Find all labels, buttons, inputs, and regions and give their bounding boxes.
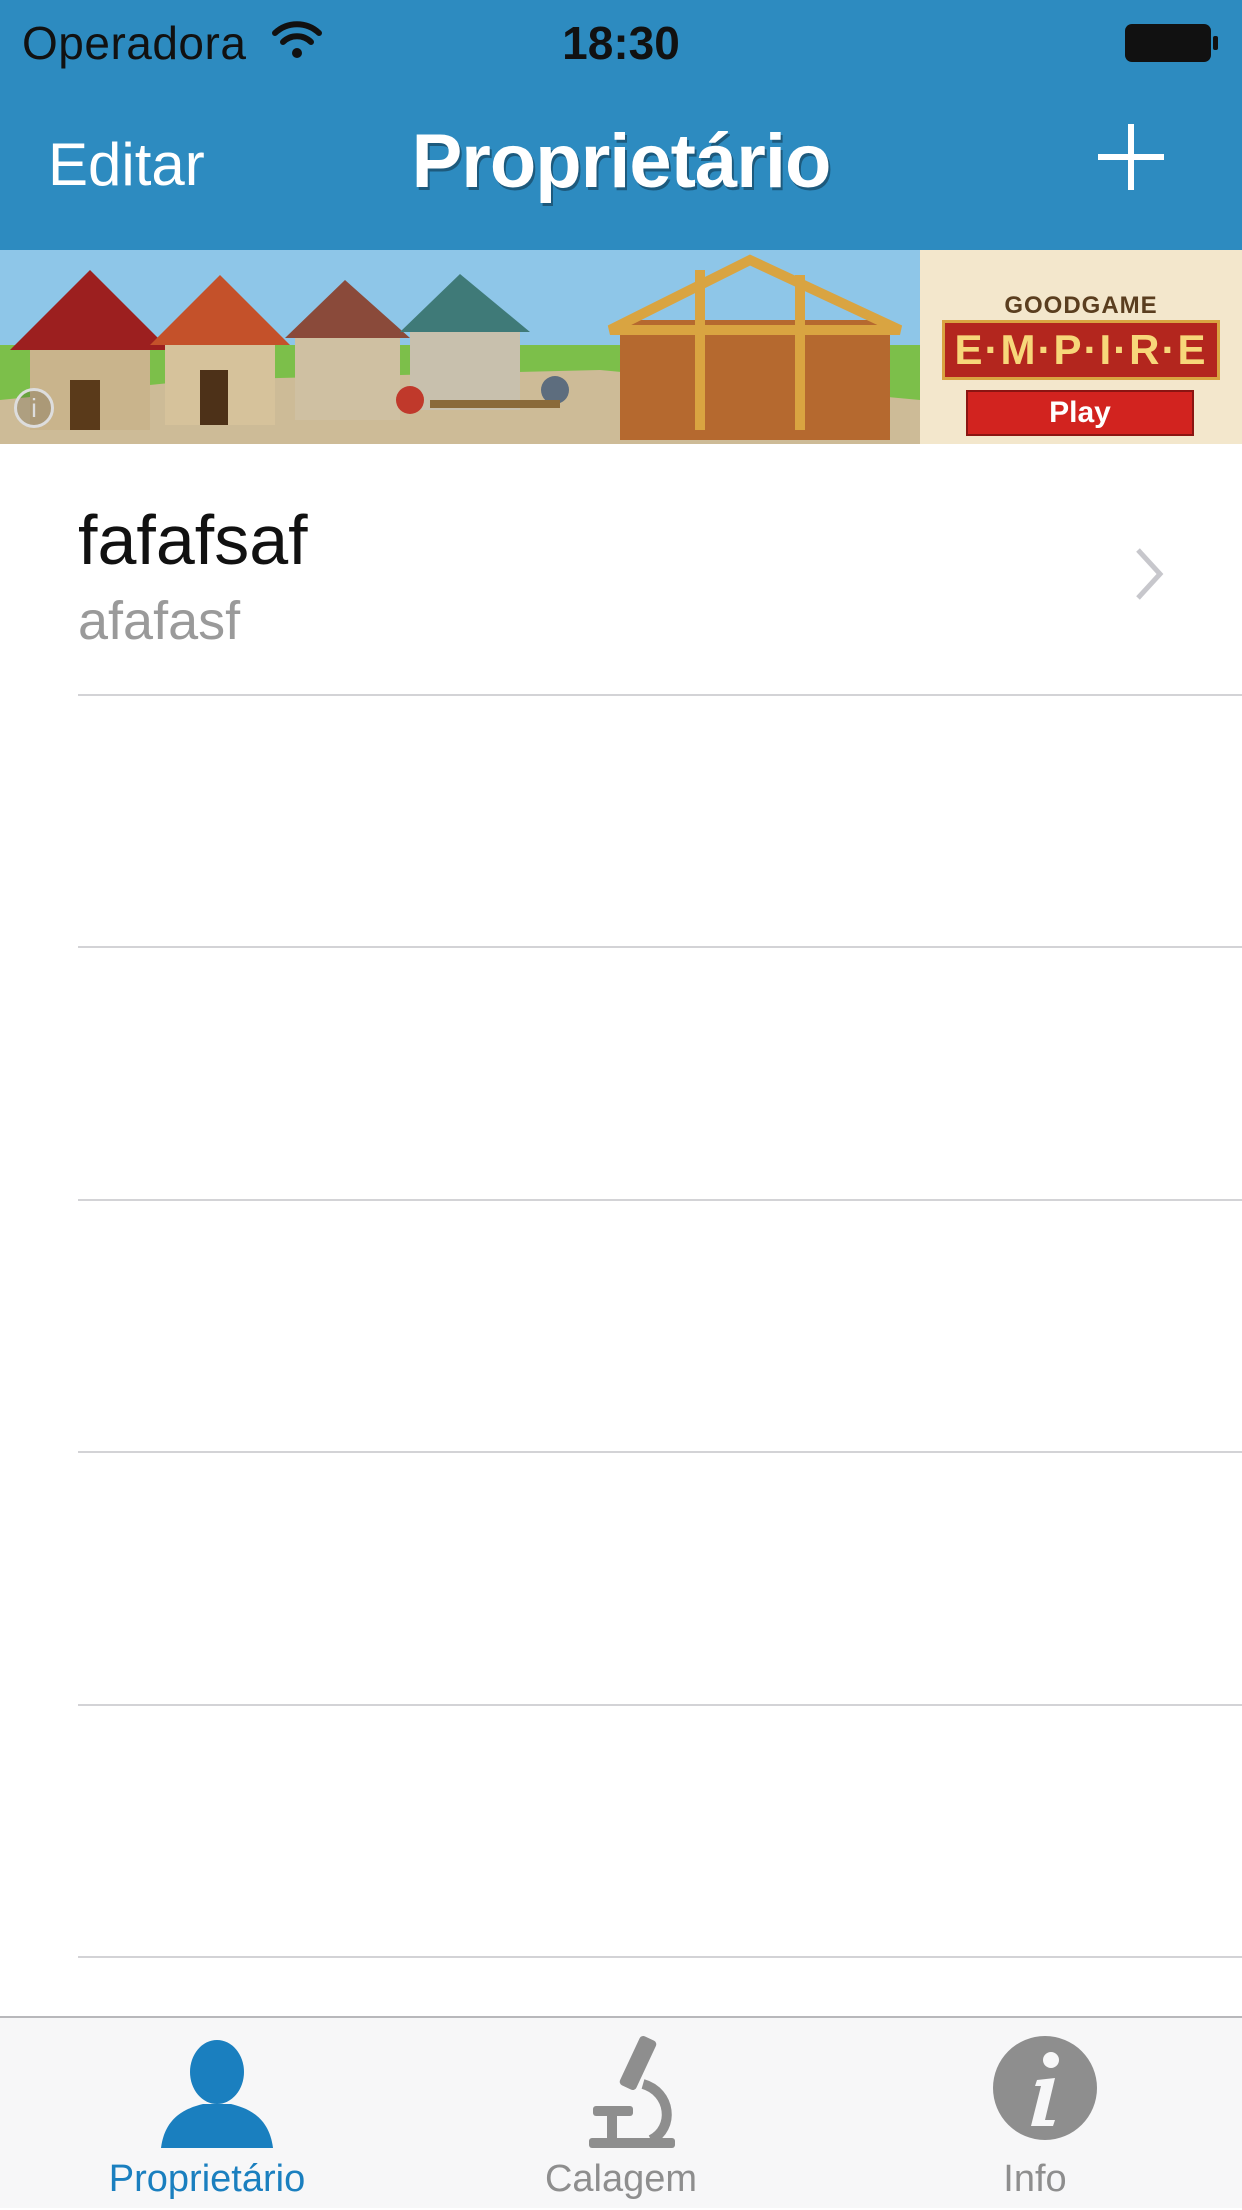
ad-banner[interactable]: GOODGAME E·M·P·I·R·E Play i <box>0 250 1242 444</box>
tab-label: Proprietário <box>108 2158 306 2200</box>
microscope-icon <box>589 2036 675 2148</box>
ad-play-button[interactable]: Play <box>966 390 1194 436</box>
list-item[interactable]: fafafsaf afafasf <box>0 444 1242 696</box>
ad-info-icon[interactable]: i <box>14 388 54 428</box>
row-separator <box>78 1704 1242 1706</box>
tab-proprietario[interactable]: Proprietário <box>0 2018 414 2210</box>
tab-bar: Proprietário Calagem Info <box>0 2016 1242 2208</box>
row-separator <box>78 1956 1242 1958</box>
navigation-header: Operadora 18:30 Editar Proprietário <box>0 0 1242 250</box>
list-item-subtitle: afafasf <box>78 591 241 651</box>
row-separator <box>78 1451 1242 1453</box>
person-icon <box>161 2040 273 2148</box>
tab-info[interactable]: Info <box>828 2018 1242 2210</box>
tab-calagem[interactable]: Calagem <box>414 2018 828 2210</box>
tab-label: Info <box>1003 2158 1067 2200</box>
info-icon <box>993 2036 1097 2140</box>
battery-full-icon <box>1125 24 1218 62</box>
tab-label: Calagem <box>544 2158 698 2200</box>
row-separator <box>78 1199 1242 1201</box>
page-title: Proprietário <box>411 119 832 204</box>
add-button[interactable] <box>1096 122 1166 192</box>
ad-village-illustration <box>0 250 920 444</box>
chevron-right-icon <box>1136 548 1164 600</box>
ad-logo-text: E·M·P·I·R·E <box>942 320 1220 380</box>
ad-brand-panel: GOODGAME E·M·P·I·R·E Play <box>920 250 1242 444</box>
row-separator <box>78 946 1242 948</box>
status-time: 18:30 <box>562 17 680 69</box>
ad-brand-text: GOODGAME <box>1004 292 1158 319</box>
row-separator <box>78 694 1242 696</box>
list-item-title: fafafsaf <box>78 501 308 579</box>
